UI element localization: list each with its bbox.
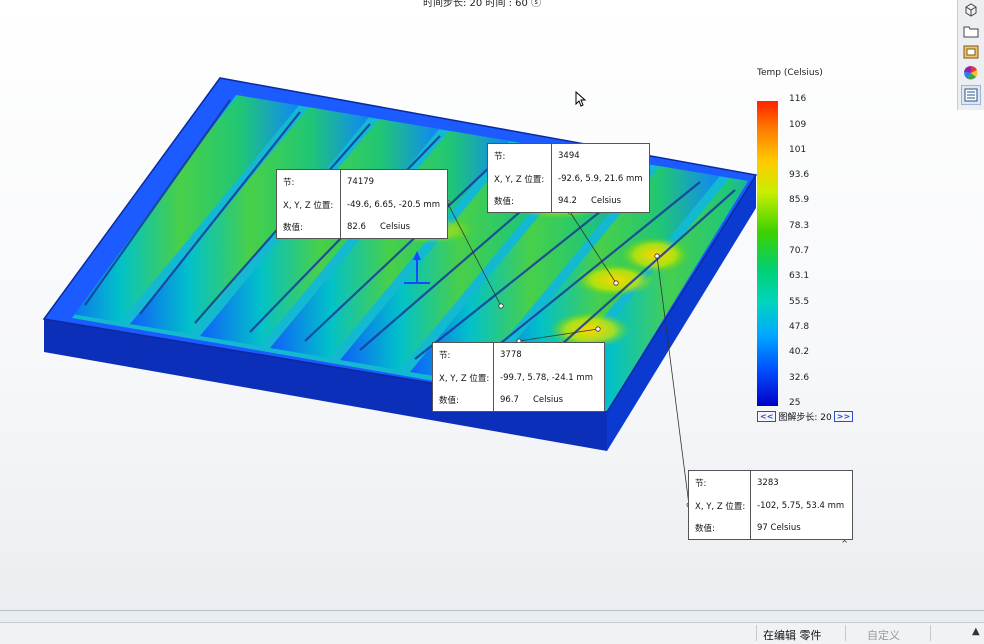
mouse-cursor-icon [575,91,587,107]
task-pane-toolbar [957,0,984,110]
legend-tick: 63.1 [789,271,810,281]
node-value: 3283 [757,477,779,488]
position-value: -99.7, 5.78, -24.1 mm [500,372,593,383]
legend-tick: 32.6 [789,373,810,383]
position-value: -102, 5.75, 53.4 mm [757,500,845,511]
node-label: 节: [277,170,341,193]
property-list-icon[interactable] [961,85,981,105]
previous-step-button[interactable]: << [757,411,777,422]
legend-tick: 78.3 [789,221,810,231]
node-value: 3778 [500,349,522,360]
legend-tick: 109 [789,120,807,130]
probe-annotation[interactable]: 节: 3778 X, Y, Z 位置: -99.7, 5.78, -24.1 m… [432,342,605,412]
probe-annotation[interactable]: 节: 3494 X, Y, Z 位置: -92.6, 5.9, 21.6 mm … [487,143,650,213]
legend-tick: 116 [789,94,807,104]
probe-value: 94.2 Celsius [558,196,622,206]
plot-step-control: << 图解步长: 20 >> [757,410,854,423]
legend-tick: 93.6 [789,170,810,180]
legend-tick: 101 [789,145,807,155]
status-bar: 在编辑 零件 自定义 ▲ [0,622,984,644]
node-label: 节: [488,144,552,167]
legend-tick: 47.8 [789,322,810,332]
position-label: X, Y, Z 位置: [277,193,341,216]
legend-tick: 40.2 [789,347,810,357]
temperature-color-bar [757,101,778,406]
node-value: 74179 [347,176,375,187]
collapse-chevron-icon[interactable]: ⌃ [840,538,849,551]
probe-annotation[interactable]: 节: 74179 X, Y, Z 位置: -49.6, 6.65, -20.5 … [276,169,448,239]
value-label: 数值: [488,190,552,212]
color-wheel-icon[interactable] [961,63,981,83]
custom-units-button[interactable]: 自定义 [867,627,900,643]
time-step-title: 时间步长: 20 时间 : 60 ⓢ [423,0,542,9]
value-label: 数值: [433,389,494,411]
status-separator [845,625,846,641]
legend-tick: 85.9 [789,195,810,205]
plot-step-label: 图解步长: 20 [778,413,832,423]
status-expand-icon[interactable]: ▲ [972,626,980,637]
position-value: -92.6, 5.9, 21.6 mm [558,173,643,184]
legend-tick: 55.5 [789,297,810,307]
status-separator [756,625,757,641]
legend-title: Temp (Celsius) [757,68,823,78]
probe-value: 96.7 Celsius [500,395,564,405]
node-value: 3494 [558,150,580,161]
probe-annotation[interactable]: 节: 3283 X, Y, Z 位置: -102, 5.75, 53.4 mm … [688,470,853,540]
3d-part-icon[interactable] [961,0,981,20]
next-step-button[interactable]: >> [833,411,854,422]
legend-tick: 70.7 [789,246,810,256]
folder-icon[interactable] [961,21,981,41]
position-label: X, Y, Z 位置: [433,366,494,389]
legend-tick: 25 [789,398,801,408]
status-divider [0,610,984,611]
position-label: X, Y, Z 位置: [488,167,552,190]
node-label: 节: [689,471,751,494]
value-label: 数值: [689,517,751,539]
probe-value: 82.6 Celsius [347,222,411,232]
probe-value: 97 Celsius [757,523,801,533]
status-separator [930,625,931,641]
position-value: -49.6, 6.65, -20.5 mm [347,199,440,210]
editing-status: 在编辑 零件 [763,629,822,642]
value-label: 数值: [277,216,341,238]
position-label: X, Y, Z 位置: [689,494,751,517]
appearance-icon[interactable] [961,42,981,62]
node-label: 节: [433,343,494,366]
